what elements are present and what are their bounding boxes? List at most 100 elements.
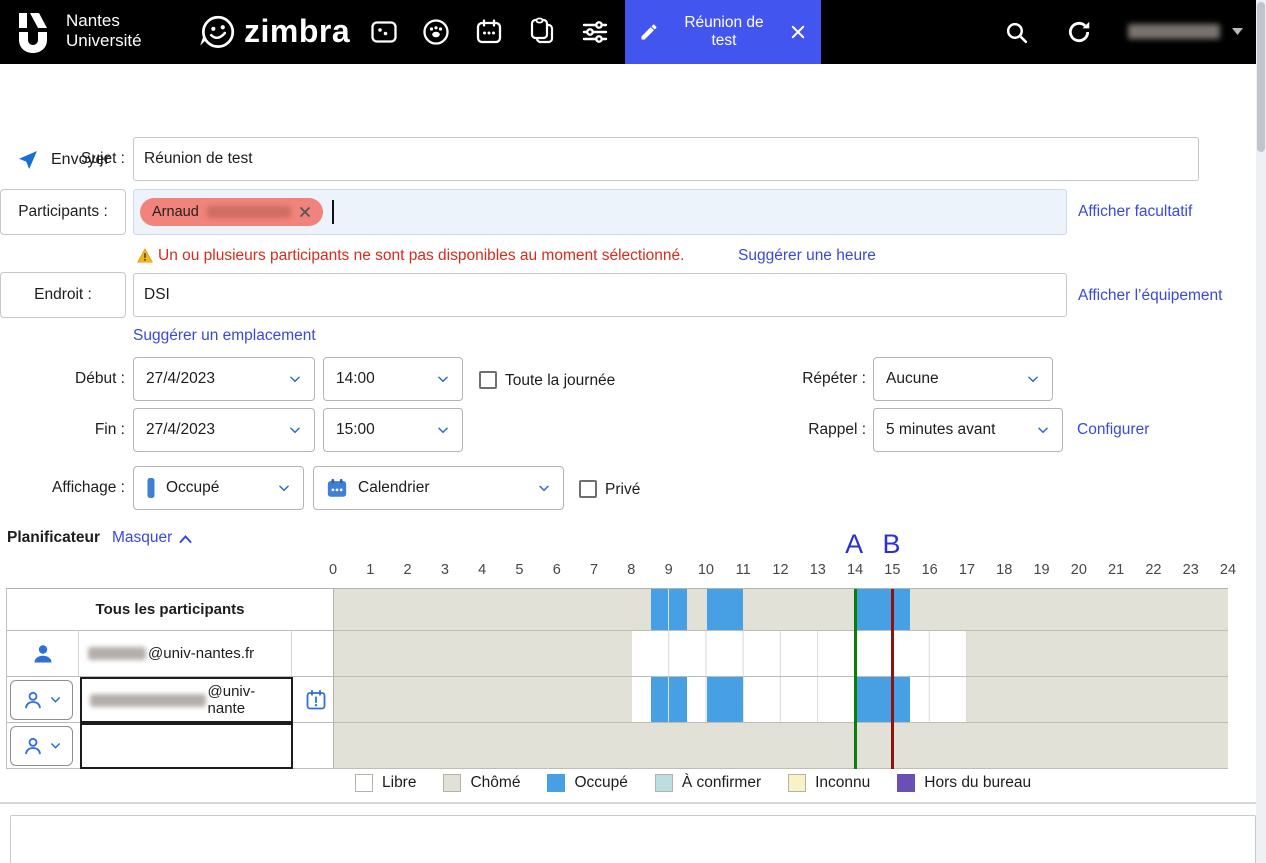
repeat-select[interactable]: Aucune xyxy=(873,357,1053,401)
display-label: Affichage : xyxy=(7,466,125,510)
legend-item: À confirmer xyxy=(655,774,761,792)
participants-label-button[interactable]: Participants : xyxy=(0,189,126,235)
refresh-icon[interactable] xyxy=(1066,19,1092,45)
attendee-availability-button[interactable] xyxy=(304,688,328,717)
busy-block xyxy=(707,677,743,722)
chevron-down-icon xyxy=(537,481,551,495)
scheduler-row-organizer: @univ-nantes.fr xyxy=(7,631,1228,677)
person-outline-icon xyxy=(22,735,44,757)
appointment-compose-page: Nantes Université zimbra xyxy=(0,0,1266,863)
hour-label-19: 19 xyxy=(1033,562,1049,578)
chevron-down-icon xyxy=(288,423,302,437)
calendar-icon[interactable] xyxy=(475,18,503,46)
brand-line2: Université xyxy=(66,31,142,51)
nantes-universite-logo-icon xyxy=(16,10,60,54)
page-scrollbar[interactable] xyxy=(1256,0,1266,863)
free-busy-select[interactable]: Occupé xyxy=(133,466,304,510)
end-date-select[interactable]: 27/4/2023 xyxy=(133,408,315,452)
chevron-down-icon xyxy=(436,372,450,386)
participant-chip[interactable]: Arnaud xyxy=(140,198,323,226)
attendee-email-input[interactable]: @univ-nante xyxy=(80,677,293,723)
show-equipment-link[interactable]: Afficher l’équipement xyxy=(1078,287,1222,305)
legend-label: Chômé xyxy=(470,774,520,792)
pencil-icon xyxy=(639,22,659,42)
tab-close-icon[interactable] xyxy=(789,23,807,41)
chevron-down-icon xyxy=(288,372,302,386)
participants-label: Participants : xyxy=(18,203,108,220)
hour-label-16: 16 xyxy=(922,562,938,578)
private-label: Privé xyxy=(605,480,640,500)
timeline-attendee[interactable] xyxy=(334,677,1228,722)
busy-status-icon xyxy=(146,477,156,499)
reminder-label: Rappel : xyxy=(748,408,866,452)
person-icon xyxy=(31,642,55,666)
scheduler-hide-link[interactable]: Masquer xyxy=(112,529,172,547)
busy-block xyxy=(669,589,687,630)
mail-icon[interactable] xyxy=(370,18,398,46)
attendee-email-redacted xyxy=(90,694,206,707)
timeline-organizer[interactable] xyxy=(334,631,1228,676)
scheduler-row-all-participants: Tous les participants xyxy=(7,589,1228,631)
calendar-folder-select[interactable]: Calendrier xyxy=(313,466,564,510)
show-optional-link[interactable]: Afficher facultatif xyxy=(1078,203,1192,221)
legend-item: Inconnu xyxy=(788,774,870,792)
participant-chip-name-redacted xyxy=(207,206,291,218)
subject-input[interactable] xyxy=(133,137,1199,181)
new-attendee-input[interactable] xyxy=(80,723,293,769)
search-icon[interactable] xyxy=(1004,20,1029,45)
hour-label-6: 6 xyxy=(553,562,561,578)
legend-item: Chômé xyxy=(443,774,520,792)
user-name-redacted[interactable] xyxy=(1128,24,1220,39)
settings-sliders-icon[interactable] xyxy=(580,18,610,46)
start-date-value: 27/4/2023 xyxy=(146,370,288,388)
private-checkbox[interactable] xyxy=(579,480,597,498)
hour-label-4: 4 xyxy=(478,562,486,578)
chevron-down-icon xyxy=(49,739,62,752)
topbar: Nantes Université zimbra xyxy=(0,0,1266,64)
hour-label-11: 11 xyxy=(736,562,751,578)
repeat-value: Aucune xyxy=(886,370,1026,388)
busy-block xyxy=(856,589,911,630)
hour-label-7: 7 xyxy=(590,562,598,578)
text-cursor xyxy=(332,200,334,224)
timeline-all-participants[interactable] xyxy=(334,589,1228,630)
hour-label-12: 12 xyxy=(772,562,788,578)
all-participants-label: Tous les participants xyxy=(7,601,333,618)
tasks-icon[interactable] xyxy=(528,17,556,45)
start-time-select[interactable]: 14:00 xyxy=(323,357,463,401)
suggest-location-link[interactable]: Suggérer un emplacement xyxy=(133,327,316,345)
hour-label-20: 20 xyxy=(1071,562,1087,578)
hour-label-23: 23 xyxy=(1183,562,1199,578)
legend-swatch xyxy=(897,774,915,792)
chip-remove-icon[interactable] xyxy=(299,206,311,218)
chevron-down-icon xyxy=(1036,423,1050,437)
contacts-icon[interactable] xyxy=(422,18,450,46)
suggest-time-link[interactable]: Suggérer une heure xyxy=(738,247,876,265)
location-label: Endroit : xyxy=(34,286,92,303)
attendee-type-button[interactable] xyxy=(10,726,73,766)
busy-block xyxy=(651,677,669,722)
user-menu-caret-icon[interactable] xyxy=(1232,28,1243,36)
busy-block xyxy=(707,589,743,630)
configure-reminder-link[interactable]: Configurer xyxy=(1077,421,1149,439)
zimbra-wordmark: zimbra xyxy=(244,13,350,50)
location-input[interactable] xyxy=(133,273,1067,317)
subject-label: Sujet : xyxy=(7,137,125,181)
hour-label-5: 5 xyxy=(515,562,523,578)
participants-input[interactable]: Arnaud xyxy=(133,189,1067,235)
end-time-select[interactable]: 15:00 xyxy=(323,408,463,452)
all-day-checkbox[interactable] xyxy=(479,371,497,389)
chevron-up-icon[interactable] xyxy=(179,534,192,544)
start-date-select[interactable]: 27/4/2023 xyxy=(133,357,315,401)
legend-item: Libre xyxy=(355,774,416,792)
notes-editor[interactable] xyxy=(10,815,1256,863)
location-label-button[interactable]: Endroit : xyxy=(0,272,126,318)
hour-label-1: 1 xyxy=(366,562,374,578)
tab-reunion-de-test[interactable]: Réunion de test xyxy=(625,0,821,64)
reminder-select[interactable]: 5 minutes avant xyxy=(873,408,1063,452)
scrollbar-thumb[interactable] xyxy=(1257,2,1265,152)
attendee-type-button[interactable] xyxy=(10,680,73,720)
legend-label: Hors du bureau xyxy=(924,774,1031,792)
timeline-empty[interactable] xyxy=(334,723,1228,768)
availability-legend: LibreChôméOccupéÀ confirmerInconnuHors d… xyxy=(355,774,1031,792)
